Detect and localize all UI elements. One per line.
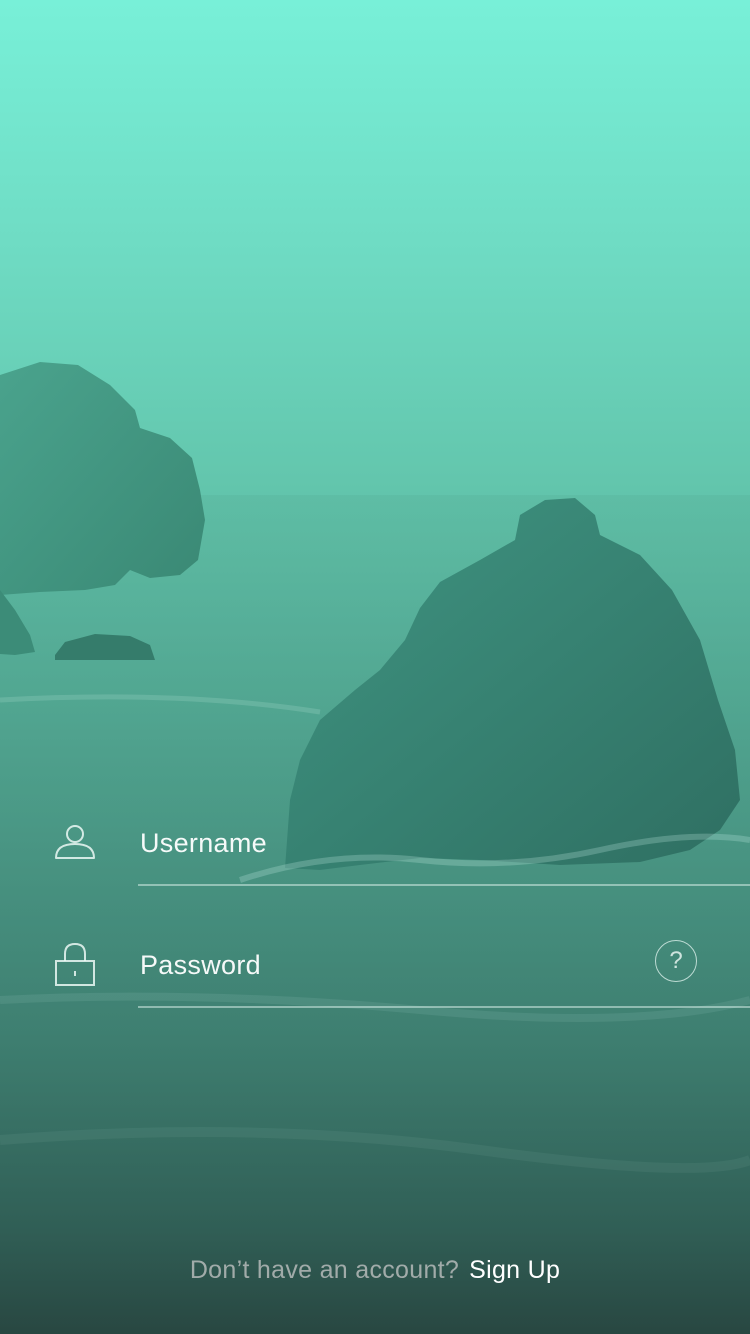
password-help-button[interactable]: ? (655, 940, 697, 982)
left-rock (0, 362, 205, 595)
password-row: ? (0, 916, 750, 1016)
signup-footer: Don’t have an account? Sign Up (0, 1256, 750, 1285)
login-screen: ? Don’t have an account? Sign Up (0, 0, 750, 1334)
user-icon (55, 825, 95, 859)
username-row (0, 794, 750, 894)
username-input[interactable] (140, 820, 620, 866)
lock-icon (55, 942, 95, 986)
signup-link[interactable]: Sign Up (469, 1256, 560, 1284)
background-scene (0, 362, 750, 1334)
signup-prompt: Don’t have an account? (189, 1256, 460, 1284)
question-mark-icon: ? (669, 947, 683, 974)
password-underline (138, 1006, 750, 1008)
password-input[interactable] (140, 942, 620, 988)
username-underline (138, 884, 750, 886)
